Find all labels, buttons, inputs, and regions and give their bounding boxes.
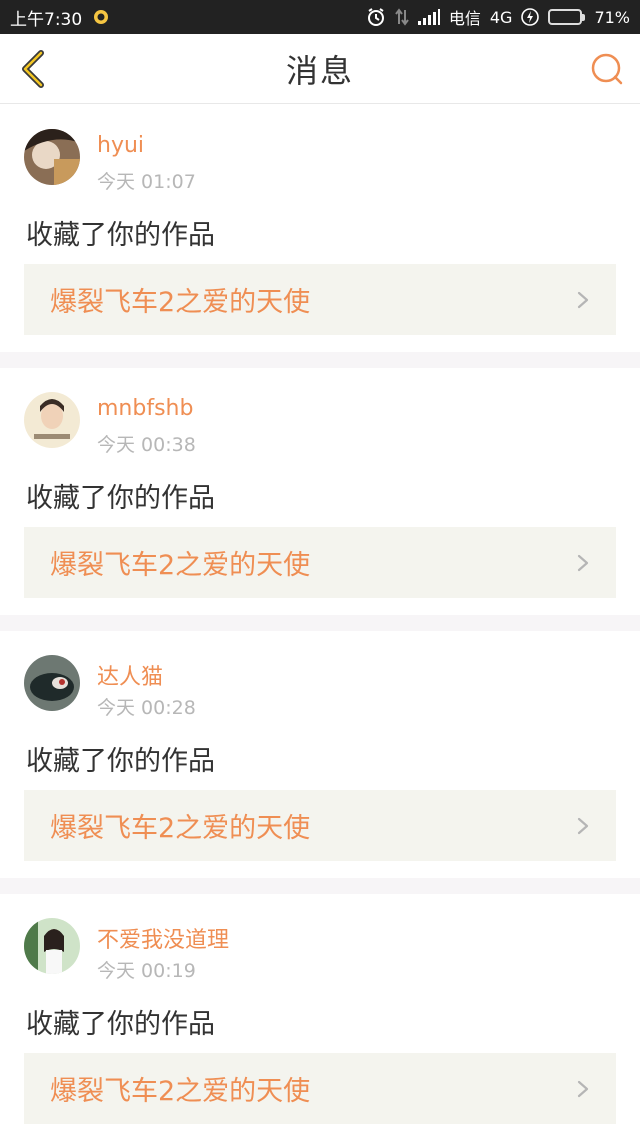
back-button[interactable] (14, 48, 54, 90)
status-right: 电信 4G 71% (366, 5, 630, 29)
work-title: 爆裂飞车2之爱的天使 (50, 813, 311, 844)
nav-bar: 消息 (0, 34, 640, 104)
user-name[interactable]: 不爱我没道理 (97, 922, 229, 954)
avatar[interactable] (24, 129, 80, 185)
message-card: mnbfshb 今天 00:38 收藏了你的作品 爆裂飞车2之爱的天使 (0, 368, 640, 615)
work-title: 爆裂飞车2之爱的天使 (50, 287, 311, 318)
carrier-label: 电信 (448, 9, 481, 28)
message-card: 不爱我没道理 今天 00:19 收藏了你的作品 爆裂飞车2之爱的天使 (0, 894, 640, 1141)
action-text: 收藏了你的作品 (26, 746, 215, 777)
chevron-left-icon (22, 50, 44, 88)
work-link[interactable]: 爆裂飞车2之爱的天使 (24, 264, 616, 335)
work-title: 爆裂飞车2之爱的天使 (50, 550, 311, 581)
alarm-icon (366, 7, 386, 27)
signal-icon (417, 9, 440, 25)
work-link[interactable]: 爆裂飞车2之爱的天使 (24, 527, 616, 598)
avatar[interactable] (24, 655, 80, 711)
avatar[interactable] (24, 392, 80, 448)
network-label: 4G (489, 7, 513, 27)
chevron-right-icon (576, 553, 590, 573)
post-time: 今天 01:07 (97, 171, 196, 193)
post-time: 今天 00:28 (97, 697, 196, 719)
status-left: 上午7:30 (10, 5, 110, 30)
charging-icon (521, 8, 540, 26)
notification-icon (92, 8, 110, 26)
work-link[interactable]: 爆裂飞车2之爱的天使 (24, 790, 616, 861)
action-text: 收藏了你的作品 (26, 483, 215, 514)
message-list: hyui 今天 01:07 收藏了你的作品 爆裂飞车2之爱的天使 mnbfshb… (0, 105, 640, 1141)
status-time: 上午7:30 (10, 9, 83, 30)
data-transfer-icon (395, 8, 409, 26)
divider (0, 615, 640, 631)
action-text: 收藏了你的作品 (26, 220, 215, 251)
chevron-right-icon (576, 290, 590, 310)
action-text: 收藏了你的作品 (26, 1009, 215, 1040)
message-card: hyui 今天 01:07 收藏了你的作品 爆裂飞车2之爱的天使 (0, 105, 640, 352)
battery-percent: 71% (594, 7, 630, 27)
work-link[interactable]: 爆裂飞车2之爱的天使 (24, 1053, 616, 1124)
status-bar: 上午7:30 电信 4G 71% (0, 0, 640, 34)
user-name[interactable]: 达人猫 (97, 659, 163, 691)
post-time: 今天 00:19 (97, 960, 196, 982)
chevron-right-icon (576, 1079, 590, 1099)
chevron-right-icon (576, 816, 590, 836)
user-name[interactable]: hyui (97, 133, 144, 158)
user-name[interactable]: mnbfshb (97, 396, 193, 421)
search-icon (591, 53, 623, 85)
post-time: 今天 00:38 (97, 434, 196, 456)
avatar[interactable] (24, 918, 80, 974)
divider (0, 878, 640, 894)
page-title: 消息 (285, 51, 354, 90)
work-title: 爆裂飞车2之爱的天使 (50, 1076, 311, 1107)
message-card: 达人猫 今天 00:28 收藏了你的作品 爆裂飞车2之爱的天使 (0, 631, 640, 878)
search-button[interactable] (588, 50, 626, 88)
battery-icon (548, 9, 586, 25)
divider (0, 352, 640, 368)
